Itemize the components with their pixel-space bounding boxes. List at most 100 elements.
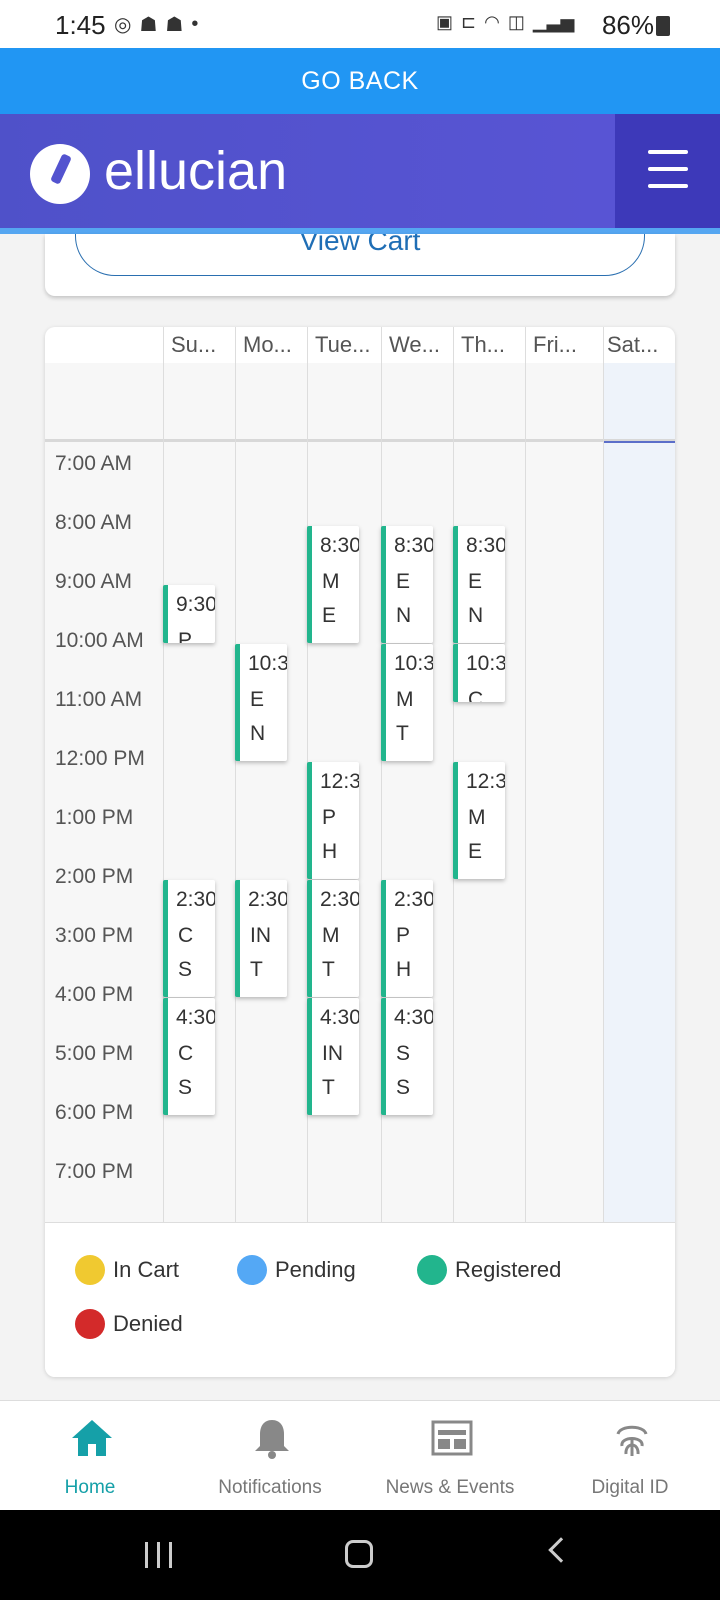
event-title-line: H xyxy=(322,839,338,863)
time-label: 6:00 PM xyxy=(55,1101,134,1124)
event-title-line: P xyxy=(178,628,193,643)
back-icon[interactable] xyxy=(548,1537,574,1563)
all-day-area xyxy=(45,363,675,439)
event-title-line: IN xyxy=(250,923,271,947)
course-event[interactable]: 12:3 P H xyxy=(307,761,359,879)
event-time: 4:30 xyxy=(320,1005,359,1029)
saturday-column xyxy=(603,442,675,1222)
day-header-thursday[interactable]: Th... xyxy=(453,327,525,363)
course-event[interactable]: 8:30 E N xyxy=(453,525,505,643)
course-event[interactable]: 9:30 P xyxy=(163,584,215,643)
event-title-line: M xyxy=(468,805,486,829)
home-button-icon[interactable] xyxy=(345,1540,373,1568)
course-event[interactable]: 12:3 M E xyxy=(453,761,505,879)
nav-digital-id[interactable]: Digital ID xyxy=(540,1401,720,1511)
event-title-line: M xyxy=(322,569,340,593)
event-time: 2:30 xyxy=(394,887,433,911)
event-title-line: P xyxy=(322,805,337,829)
nav-label: Digital ID xyxy=(591,1477,669,1498)
column-divider xyxy=(525,327,526,1222)
nav-home[interactable]: Home xyxy=(0,1401,180,1511)
day-header-saturday[interactable]: Sat... xyxy=(599,327,675,363)
view-cart-button[interactable]: View Cart xyxy=(75,234,645,276)
course-event[interactable]: 2:30 C S xyxy=(163,879,215,997)
recents-icon[interactable] xyxy=(145,1542,175,1568)
day-header-monday[interactable]: Mo... xyxy=(235,327,307,363)
day-header-row: Su... Mo... Tue... We... Th... Fri... Sa… xyxy=(163,327,675,363)
time-label: 5:00 PM xyxy=(55,1042,134,1065)
saturday-current-indicator xyxy=(603,441,675,443)
nav-news-events[interactable]: News & Events xyxy=(360,1401,540,1511)
event-time: 8:30 xyxy=(394,533,433,557)
time-label: 3:00 PM xyxy=(55,924,134,947)
course-event[interactable]: 4:30 S S xyxy=(381,997,433,1115)
nav-label: Home xyxy=(64,1477,116,1498)
brand-name: ellucian xyxy=(104,141,288,201)
event-title-line: S xyxy=(396,1041,411,1065)
legend-label: Denied xyxy=(113,1311,183,1336)
battery-saver-icon: ▣ xyxy=(436,12,454,32)
event-title-line: S xyxy=(178,957,193,981)
bell-icon xyxy=(255,1420,289,1459)
in-cart-dot-icon xyxy=(75,1255,105,1285)
day-header-tuesday[interactable]: Tue... xyxy=(307,327,381,363)
event-time: 12:3 xyxy=(320,769,359,793)
event-title-line: M xyxy=(396,687,414,711)
event-title-line: C xyxy=(178,923,194,947)
course-event[interactable]: 2:30 P H xyxy=(381,879,433,997)
event-time: 4:30 xyxy=(176,1005,215,1029)
home-icon xyxy=(72,1420,112,1456)
event-title-line: T xyxy=(396,721,409,745)
course-event[interactable]: 8:30 E N xyxy=(381,525,433,643)
event-time: 2:30 xyxy=(248,887,287,911)
battery-percent: 86% xyxy=(601,10,654,40)
event-title-line: M xyxy=(322,923,340,947)
column-divider xyxy=(235,327,236,1222)
pending-dot-icon xyxy=(237,1255,267,1285)
time-label: 8:00 AM xyxy=(55,511,133,534)
menu-button[interactable] xyxy=(615,114,720,228)
app-header: ellucian xyxy=(0,114,720,228)
go-back-button[interactable]: GO BACK xyxy=(0,48,720,114)
course-event[interactable]: 2:30 IN T xyxy=(235,879,287,997)
event-title-line: E xyxy=(250,687,265,711)
course-event[interactable]: 10:3 E N xyxy=(235,643,287,761)
course-event[interactable]: 8:30 M E xyxy=(307,525,359,643)
time-label: 9:00 AM xyxy=(55,570,133,593)
event-title-line: E xyxy=(396,569,411,593)
bottom-navigation: Home Notifications News & Events Digital… xyxy=(0,1400,720,1510)
legend-item-registered: Registered xyxy=(417,1255,561,1285)
event-title-line: E xyxy=(322,603,337,627)
schedule-calendar: Su... Mo... Tue... We... Th... Fri... Sa… xyxy=(45,327,675,1377)
course-event[interactable]: 10:3 M T xyxy=(381,643,433,761)
course-event[interactable]: 4:30 C S xyxy=(163,997,215,1115)
event-title-line: P xyxy=(396,923,411,947)
news-icon xyxy=(431,1420,473,1456)
course-event[interactable]: 2:30 M T xyxy=(307,879,359,997)
volte-icon: ◫ xyxy=(507,12,525,32)
dot-icon: • xyxy=(191,13,199,35)
ellucian-logo-icon xyxy=(30,144,90,204)
event-time: 9:30 xyxy=(176,592,215,616)
all-day-saturday xyxy=(603,363,675,439)
nav-label: Notifications xyxy=(218,1477,322,1498)
legend-item-denied: Denied xyxy=(75,1309,183,1339)
legend-label: Pending xyxy=(275,1257,356,1282)
day-header-wednesday[interactable]: We... xyxy=(381,327,453,363)
legend-label: In Cart xyxy=(113,1257,180,1282)
event-title-line: S xyxy=(178,1075,193,1099)
legend-label: Registered xyxy=(455,1257,562,1282)
course-event[interactable]: 10:3 C xyxy=(453,643,505,702)
day-header-friday[interactable]: Fri... xyxy=(525,327,599,363)
event-title-line: S xyxy=(396,1075,411,1099)
event-title-line: E xyxy=(468,839,483,863)
day-header-sunday[interactable]: Su... xyxy=(163,327,235,363)
time-label: 10:00 AM xyxy=(55,629,144,652)
event-title-line: N xyxy=(396,603,412,627)
nav-notifications[interactable]: Notifications xyxy=(180,1401,360,1511)
event-title-line: T xyxy=(250,957,263,981)
nav-label: News & Events xyxy=(385,1477,515,1498)
sleep-icon: ⊏ xyxy=(461,12,477,32)
time-label: 1:00 PM xyxy=(55,806,134,829)
course-event[interactable]: 4:30 IN T xyxy=(307,997,359,1115)
